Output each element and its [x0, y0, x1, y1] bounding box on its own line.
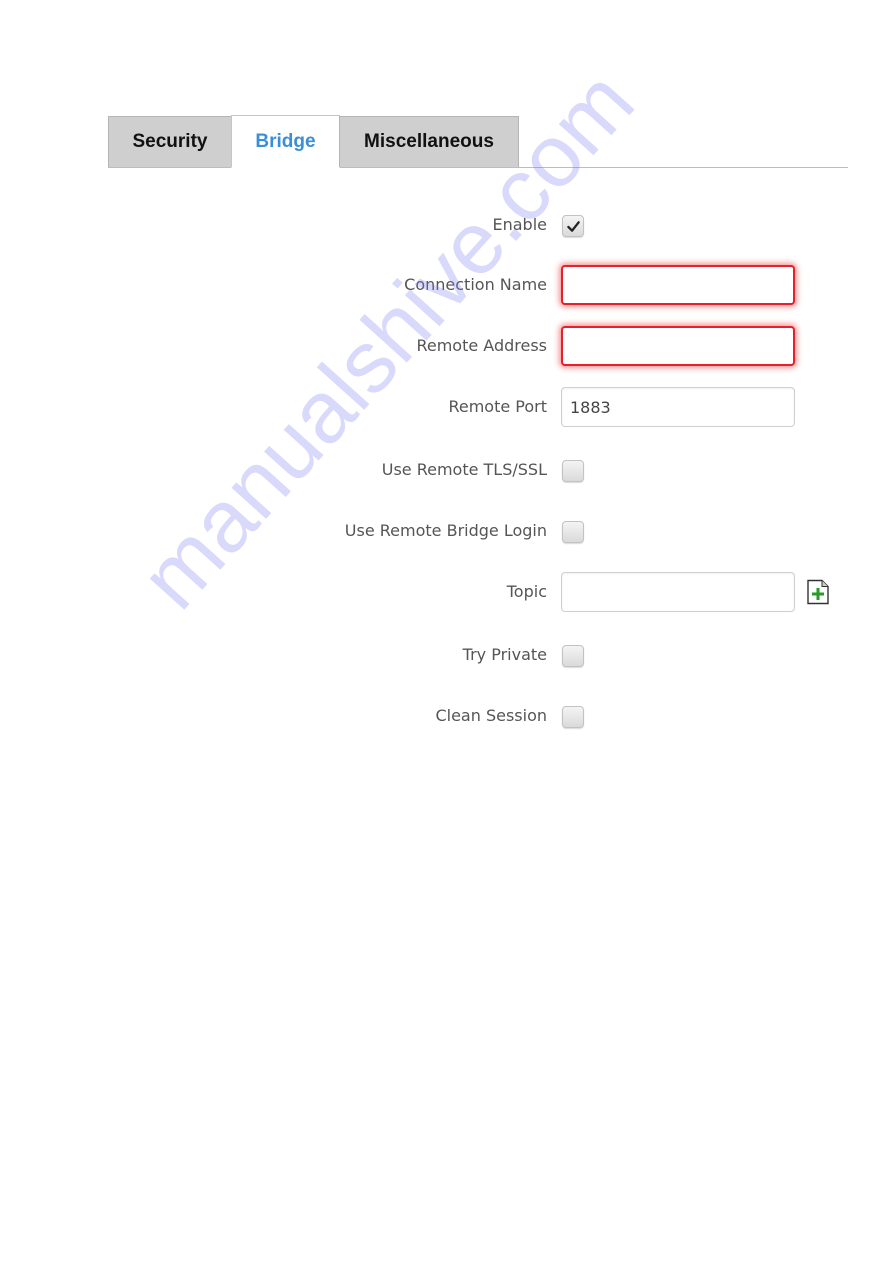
remote-port-input[interactable]: [561, 387, 795, 427]
topic-label: Topic: [506, 582, 547, 601]
remote-port-row: Remote Port: [0, 387, 893, 427]
tab-bar: Security Bridge Miscellaneous: [108, 115, 848, 168]
topic-row: Topic: [0, 572, 893, 612]
use-remote-bridge-login-checkbox[interactable]: [562, 521, 584, 543]
try-private-checkbox[interactable]: [562, 645, 584, 667]
tab-bridge[interactable]: Bridge: [231, 115, 340, 168]
use-remote-tls-label: Use Remote TLS/SSL: [381, 460, 547, 479]
enable-label: Enable: [492, 215, 548, 234]
clean-session-label: Clean Session: [435, 706, 547, 725]
connection-name-label: Connection Name: [404, 275, 547, 294]
remote-address-input[interactable]: [561, 326, 795, 366]
use-remote-bridge-login-row: Use Remote Bridge Login: [0, 511, 893, 551]
tab-security[interactable]: Security: [108, 116, 232, 167]
enable-checkbox[interactable]: [562, 215, 584, 237]
topic-input[interactable]: [561, 572, 795, 612]
try-private-row: Try Private: [0, 635, 893, 675]
checkmark-icon: [566, 220, 580, 232]
connection-name-input[interactable]: [561, 265, 795, 305]
add-document-icon[interactable]: [806, 579, 830, 605]
enable-row: Enable: [0, 205, 893, 245]
use-remote-tls-checkbox[interactable]: [562, 460, 584, 482]
use-remote-bridge-login-label: Use Remote Bridge Login: [344, 521, 547, 540]
remote-address-label: Remote Address: [416, 336, 547, 355]
remote-address-row: Remote Address: [0, 326, 893, 366]
connection-name-row: Connection Name: [0, 265, 893, 305]
tab-miscellaneous[interactable]: Miscellaneous: [339, 116, 519, 167]
clean-session-checkbox[interactable]: [562, 706, 584, 728]
try-private-label: Try Private: [462, 645, 547, 664]
remote-port-label: Remote Port: [448, 397, 547, 416]
clean-session-row: Clean Session: [0, 696, 893, 736]
use-remote-tls-row: Use Remote TLS/SSL: [0, 450, 893, 490]
